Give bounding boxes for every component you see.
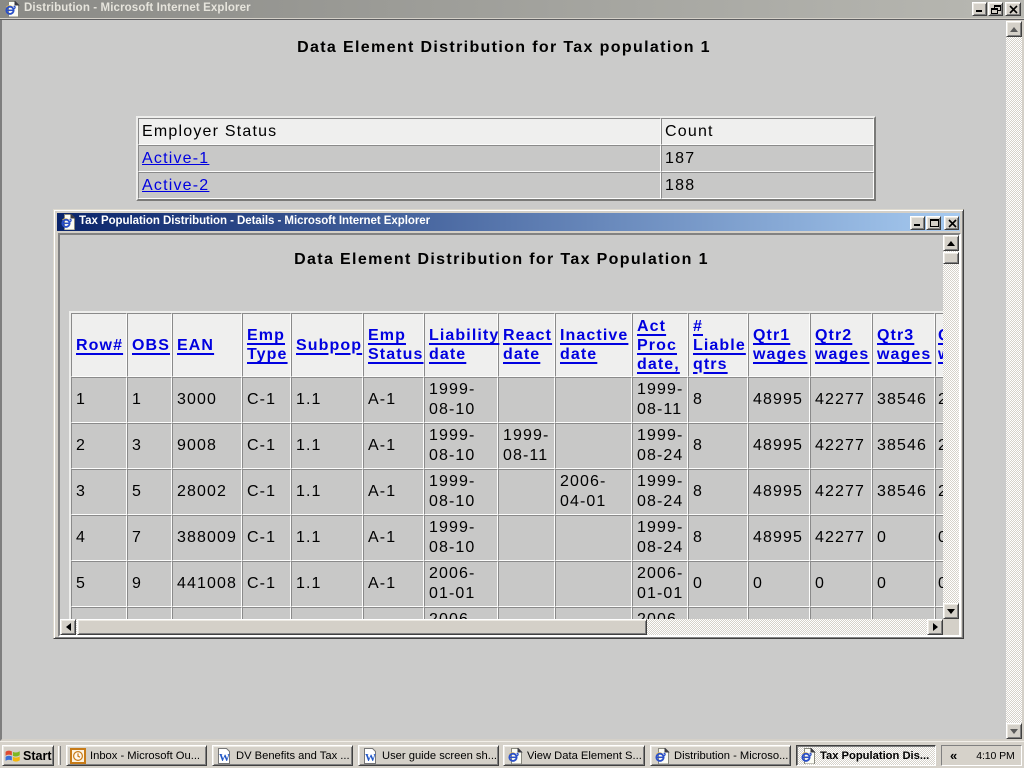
svg-text:W: W <box>365 752 376 764</box>
svg-text:W: W <box>219 752 230 764</box>
